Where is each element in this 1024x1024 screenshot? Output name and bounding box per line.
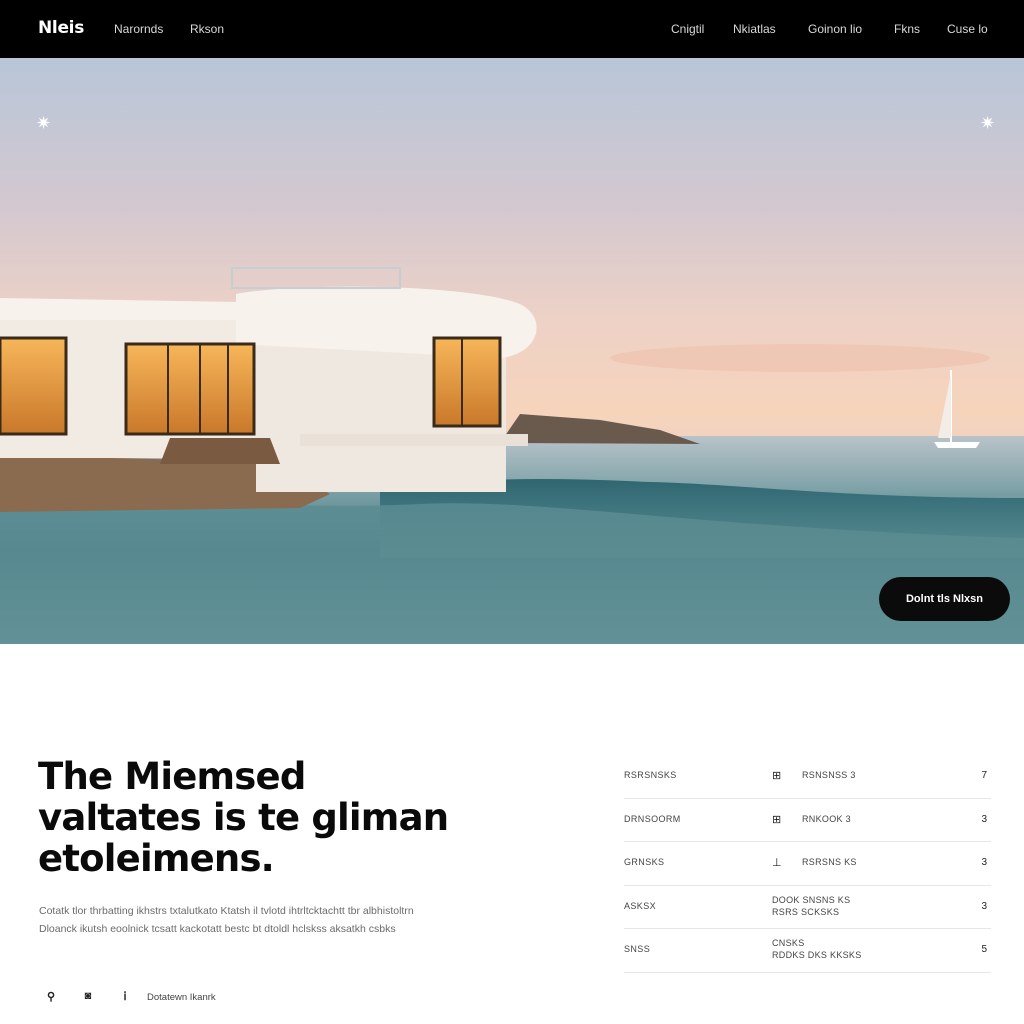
spec-value: RSRSNS KS: [802, 857, 857, 867]
spec-number: 7: [981, 770, 987, 781]
nav-link-3[interactable]: Goinon lio: [808, 22, 862, 36]
camera-icon[interactable]: ◙: [79, 990, 97, 1003]
spec-key: RSRSNSKS: [624, 770, 677, 780]
hero-cta-button[interactable]: Dolnt tls Nlxsn: [879, 577, 1010, 621]
spec-number: 3: [981, 813, 987, 825]
grid-icon: ⊞: [772, 770, 782, 782]
spec-number: 3: [981, 900, 987, 912]
spec-key: ASKSX: [624, 900, 657, 911]
sparkle-icon: ✷: [980, 113, 996, 133]
spec-number: 5: [981, 944, 987, 955]
hero-scene: [0, 267, 1024, 644]
hero-image: ✷ ✷ Dolnt tls Nlxsn: [0, 58, 1024, 644]
body-line: Cotatk tlor thrbatting ikhstrs txtalutka…: [39, 905, 414, 917]
top-nav: Nleis Narornds Rkson Cnigtil Nkiatlas Go…: [0, 0, 1024, 58]
headline-line: valtates is te gliman: [38, 796, 449, 839]
brand-logo[interactable]: Nleis: [38, 18, 84, 38]
nav-link-narornds[interactable]: Narornds: [114, 22, 163, 36]
spec-value: DOOK SNSNS KS RSRS SCKSKS: [772, 894, 851, 917]
table-row[interactable]: GRNSKS ⊥ RSRSNS KS 3: [624, 842, 991, 886]
nav-link-4[interactable]: Fkns: [894, 22, 920, 36]
sparkle-icon: ✷: [36, 113, 52, 133]
ruler-icon: ⊥: [772, 857, 782, 869]
nav-link-2[interactable]: Nkiatlas: [733, 22, 776, 36]
headline-line: The Miemsed: [38, 755, 306, 798]
spec-key: DRNSOORM: [624, 813, 681, 824]
headline-line: etoleimens.: [38, 837, 275, 880]
nav-link-rkson[interactable]: Rkson: [190, 22, 224, 36]
spec-value: RSNSNSS 3: [802, 770, 856, 780]
spec-value: CNSKS RDDKS DKS KKSKS: [772, 938, 862, 960]
table-row[interactable]: SNSS CNSKS RDDKS DKS KKSKS 5: [624, 929, 991, 973]
footer-icons: ⚲ ◙ ⅰ: [42, 990, 134, 1003]
body-line: Dloanck ikutsh eoolnick tcsatt kackotatt…: [39, 923, 396, 935]
spec-table: RSRSNSKS ⊞ RSNSNSS 3 7 DRNSOORM ⊞ RNKOOK…: [624, 755, 991, 973]
table-row[interactable]: DRNSOORM ⊞ RNKOOK 3 3: [624, 799, 991, 842]
body-paragraph: Cotatk tlor thrbatting ikhstrs txtalutka…: [39, 902, 489, 938]
nav-link-1[interactable]: Cnigtil: [671, 22, 704, 36]
spec-key: GRNSKS: [624, 857, 665, 867]
spec-number: 3: [981, 857, 987, 868]
table-row[interactable]: ASKSX DOOK SNSNS KS RSRS SCKSKS 3: [624, 886, 991, 929]
info-icon[interactable]: ⅰ: [116, 990, 134, 1003]
page-headline: The Miemsed valtates is te gliman etolei…: [38, 756, 558, 879]
table-row[interactable]: RSRSNSKS ⊞ RSNSNSS 3 7: [624, 755, 991, 799]
footer-label[interactable]: Dotatewn Ikanrk: [147, 992, 216, 1003]
spec-key: SNSS: [624, 944, 651, 954]
spec-value: RNKOOK 3: [802, 813, 851, 824]
grid-icon: ⊞: [772, 813, 782, 826]
pin-icon[interactable]: ⚲: [42, 990, 60, 1003]
nav-link-5[interactable]: Cuse lo: [947, 22, 988, 36]
